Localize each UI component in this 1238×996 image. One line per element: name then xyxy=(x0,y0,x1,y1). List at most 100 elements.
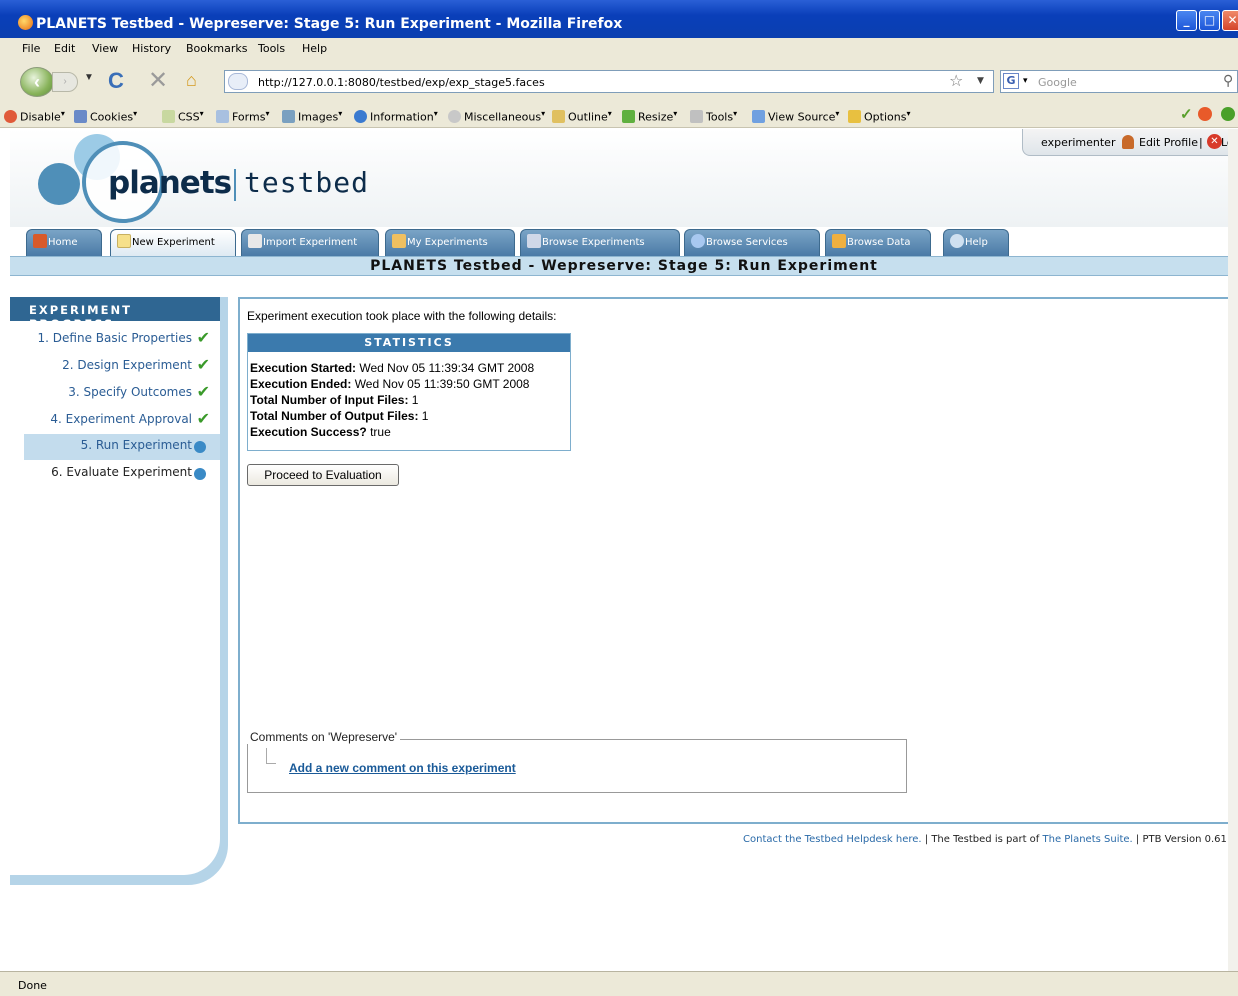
css-icon xyxy=(162,109,175,123)
tab-my-experiments[interactable]: My Experiments xyxy=(385,229,515,256)
search-engine-dropdown-icon[interactable]: ▾ xyxy=(1023,76,1028,86)
user-box: experimenter Edit Profile | ✕ Logo xyxy=(1022,129,1238,156)
menu-view[interactable]: View xyxy=(92,42,118,55)
search-icon[interactable]: ⚲ xyxy=(1223,73,1233,89)
checkmark-icon: ✔ xyxy=(196,409,210,428)
tab-help[interactable]: Help xyxy=(943,229,1009,256)
dev-tools-menu[interactable]: Tools▾ xyxy=(690,109,737,124)
google-icon[interactable]: G xyxy=(1003,73,1019,89)
site-identity-icon[interactable] xyxy=(228,73,248,90)
footer-text: | The Testbed is part of xyxy=(921,834,1043,845)
maximize-button[interactable]: □ xyxy=(1199,10,1220,31)
proceed-to-evaluation-button[interactable]: Proceed to Evaluation xyxy=(247,464,399,486)
browse-experiments-icon xyxy=(527,234,541,248)
bookmark-star-icon[interactable]: ☆ xyxy=(949,71,963,90)
menu-bookmarks[interactable]: Bookmarks xyxy=(186,42,247,55)
dev-information-menu[interactable]: Information▾ xyxy=(354,109,438,124)
tab-browse-data[interactable]: Browse Data xyxy=(825,229,931,256)
tab-import-experiment[interactable]: Import Experiment xyxy=(241,229,379,256)
search-placeholder[interactable]: Google xyxy=(1038,76,1077,89)
url-bar[interactable]: http://127.0.0.1:8080/testbed/exp/exp_st… xyxy=(224,70,994,93)
experiment-progress-sidebar: EXPERIMENT PROGRESS 1. Define Basic Prop… xyxy=(10,297,228,885)
validation-check-icon[interactable]: ✓ xyxy=(1180,105,1193,123)
user-separator: | xyxy=(1199,136,1203,149)
footer: Contact the Testbed Helpdesk here. | The… xyxy=(743,834,1227,845)
dev-resize-menu[interactable]: Resize▾ xyxy=(622,109,677,124)
dev-forms-menu[interactable]: Forms▾ xyxy=(216,109,269,124)
edit-profile-link[interactable]: Edit Profile xyxy=(1139,136,1198,149)
resize-icon xyxy=(622,109,635,123)
menu-bar: File Edit View History Bookmarks Tools H… xyxy=(0,38,1238,60)
disable-icon xyxy=(4,109,17,123)
logo-circle-dark xyxy=(38,163,80,205)
step-design-experiment[interactable]: 2. Design Experiment ✔ xyxy=(24,354,220,380)
checkmark-icon: ✔ xyxy=(196,382,210,401)
firefox-icon xyxy=(18,15,33,30)
close-button[interactable]: ✕ xyxy=(1222,10,1238,31)
status-bar: Done xyxy=(0,971,1238,996)
new-document-icon xyxy=(117,234,131,248)
helpdesk-link[interactable]: Contact the Testbed Helpdesk here. xyxy=(743,834,922,845)
menu-help[interactable]: Help xyxy=(302,42,327,55)
status-text: Done xyxy=(18,979,47,992)
stat-execution-success: Execution Success? true xyxy=(250,425,391,439)
dev-disable-menu[interactable]: Disable▾ xyxy=(4,109,65,124)
sidebar-heading: EXPERIMENT PROGRESS xyxy=(10,297,220,331)
sidebar-panel: EXPERIMENT PROGRESS 1. Define Basic Prop… xyxy=(10,297,220,875)
menu-edit[interactable]: Edit xyxy=(54,42,75,55)
dev-images-menu[interactable]: Images▾ xyxy=(282,109,342,124)
ok-status-icon[interactable] xyxy=(1221,107,1235,121)
step-specify-outcomes[interactable]: 3. Specify Outcomes ✔ xyxy=(24,381,220,407)
site-header: planets testbed experimenter Edit Profil… xyxy=(10,129,1238,227)
profile-icon xyxy=(1122,135,1134,149)
main-panel: Experiment execution took place with the… xyxy=(238,297,1238,824)
logout-icon[interactable]: ✕ xyxy=(1207,134,1222,149)
tab-home[interactable]: Home xyxy=(26,229,102,256)
step-define-basic-properties[interactable]: 1. Define Basic Properties ✔ xyxy=(24,327,220,353)
add-comment-link[interactable]: Add a new comment on this experiment xyxy=(289,761,516,775)
planets-suite-link[interactable]: The Planets Suite. xyxy=(1043,834,1133,845)
username: experimenter xyxy=(1041,136,1116,149)
url-dropdown-icon[interactable]: ▼ xyxy=(977,76,984,86)
vertical-scrollbar[interactable] xyxy=(1228,129,1238,971)
reload-icon[interactable]: C xyxy=(108,68,124,94)
step-evaluate-experiment[interactable]: 6. Evaluate Experiment xyxy=(24,461,220,487)
home-icon[interactable]: ⌂ xyxy=(186,70,197,91)
history-dropdown-icon[interactable]: ▼ xyxy=(84,72,94,83)
menu-file[interactable]: File xyxy=(22,42,40,55)
window-title: PLANETS Testbed - Wepreserve: Stage 5: R… xyxy=(36,16,623,32)
url-text[interactable]: http://127.0.0.1:8080/testbed/exp/exp_st… xyxy=(258,76,545,89)
logo-divider xyxy=(234,169,236,201)
intro-text: Experiment execution took place with the… xyxy=(247,309,557,323)
dev-cookies-menu[interactable]: Cookies▾ xyxy=(74,109,137,124)
outline-icon xyxy=(552,109,565,123)
menu-history[interactable]: History xyxy=(132,42,171,55)
error-status-icon[interactable] xyxy=(1198,107,1212,121)
stop-icon[interactable]: ✕ xyxy=(148,66,168,95)
step-run-experiment[interactable]: 5. Run Experiment xyxy=(24,434,220,460)
dev-miscellaneous-menu[interactable]: Miscellaneous▾ xyxy=(448,109,545,124)
images-icon xyxy=(282,109,295,123)
page-title: PLANETS Testbed - Wepreserve: Stage 5: R… xyxy=(10,256,1238,276)
back-button[interactable]: ‹ xyxy=(20,67,54,97)
tab-new-experiment[interactable]: New Experiment xyxy=(110,229,236,257)
import-icon xyxy=(248,234,262,248)
version-text: | PTB Version 0.61 xyxy=(1132,834,1227,845)
menu-tools[interactable]: Tools xyxy=(258,42,285,55)
step-experiment-approval[interactable]: 4. Experiment Approval ✔ xyxy=(24,408,220,434)
dev-outline-menu[interactable]: Outline▾ xyxy=(552,109,612,124)
dev-view-source-menu[interactable]: View Source▾ xyxy=(752,109,839,124)
help-icon xyxy=(950,234,964,248)
statistics-heading: STATISTICS xyxy=(248,334,570,352)
tab-browse-experiments[interactable]: Browse Experiments xyxy=(520,229,680,256)
forward-button[interactable]: › xyxy=(52,72,78,92)
dev-options-menu[interactable]: Options▾ xyxy=(848,109,910,124)
minimize-button[interactable]: _ xyxy=(1176,10,1197,31)
dev-css-menu[interactable]: CSS▾ xyxy=(162,109,204,124)
checkmark-icon: ✔ xyxy=(196,328,210,347)
forms-icon xyxy=(216,109,229,123)
comments-legend: Comments on 'Wepreserve' xyxy=(247,730,401,744)
search-box[interactable]: G ▾ Google ⚲ xyxy=(1000,70,1238,93)
view-source-icon xyxy=(752,109,765,123)
tab-browse-services[interactable]: Browse Services xyxy=(684,229,820,256)
